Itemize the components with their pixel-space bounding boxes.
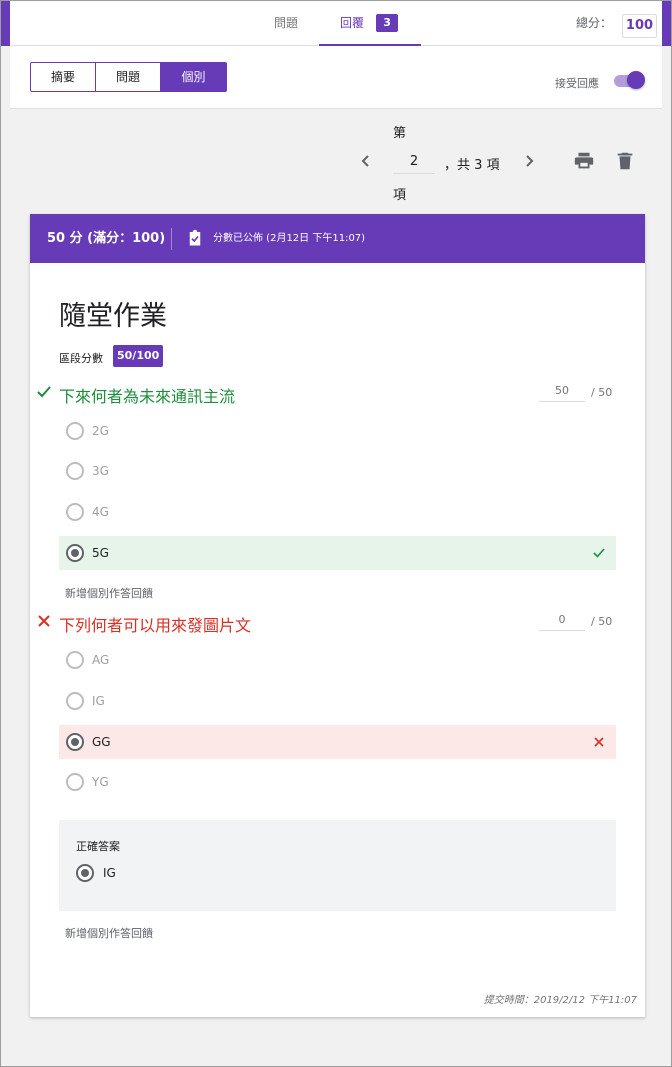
- response-card: 50 分 (滿分：100) 分數已公佈 (2月12日 下午11:07) 隨堂作業…: [30, 214, 645, 1017]
- header-accent-right: [662, 0, 672, 46]
- tab-questions[interactable]: 問題: [274, 0, 298, 46]
- radio-button-selected[interactable]: [66, 733, 84, 751]
- close-icon: [38, 615, 50, 627]
- question-1-option[interactable]: 4G: [59, 495, 616, 529]
- close-icon: [594, 737, 604, 747]
- question-1-option[interactable]: 2G: [59, 414, 616, 448]
- check-icon: [593, 548, 605, 558]
- question-1-title: 下來何者為未來通訊主流: [59, 387, 236, 406]
- response-view-bar: 摘要 問題 個別 接受回應: [10, 46, 662, 109]
- radio-button[interactable]: [66, 773, 84, 791]
- tab-responses-label: 回覆: [340, 16, 365, 30]
- question-1-option-selected[interactable]: 5G: [59, 536, 616, 570]
- question-2-score-input[interactable]: 0: [539, 611, 585, 631]
- total-points-value: 100: [622, 14, 657, 38]
- radio-button[interactable]: [66, 692, 84, 710]
- option-label: GG: [92, 735, 111, 749]
- radio-button[interactable]: [66, 651, 84, 669]
- trash-icon[interactable]: [614, 150, 636, 172]
- question-1-score-input[interactable]: 50: [539, 382, 585, 402]
- response-score: 50 分 (滿分：100): [47, 231, 166, 246]
- option-label: 2G: [92, 424, 109, 438]
- total-points-label: 總分：: [576, 16, 613, 30]
- radio-button[interactable]: [66, 462, 84, 480]
- segment-individual[interactable]: 個別: [160, 62, 227, 92]
- radio-button-selected: [76, 864, 94, 882]
- section-score-label: 區段分數: [59, 352, 103, 365]
- pager-total: ，共 3 項: [444, 158, 500, 173]
- correct-answer-box: 正確答案 IG: [59, 820, 616, 911]
- header-accent-left: [0, 0, 10, 46]
- segment-summary[interactable]: 摘要: [30, 62, 96, 92]
- accept-responses-toggle[interactable]: [614, 71, 645, 91]
- segment-question[interactable]: 問題: [95, 62, 161, 92]
- option-label: 3G: [92, 464, 109, 478]
- add-feedback-link[interactable]: 新增個別作答回饋: [65, 925, 153, 941]
- option-label: AG: [92, 653, 110, 667]
- option-label: IG: [92, 694, 105, 708]
- question-2-option[interactable]: YG: [59, 765, 616, 799]
- header-divider: [171, 228, 172, 250]
- clipboard-check-icon: [189, 229, 201, 246]
- radio-button[interactable]: [66, 422, 84, 440]
- score-published-status: 分數已公佈 (2月12日 下午11:07): [213, 233, 366, 244]
- question-2-option[interactable]: AG: [59, 643, 616, 677]
- correct-answer-label: IG: [103, 866, 116, 880]
- accept-responses-label: 接受回應: [555, 77, 599, 90]
- pager-prefix: 第: [393, 126, 407, 141]
- correct-answer-heading: 正確答案: [76, 840, 120, 853]
- chevron-left-icon[interactable]: [356, 150, 374, 172]
- question-2-max-score: / 50: [591, 615, 613, 628]
- print-icon[interactable]: [573, 150, 595, 172]
- radio-button-selected[interactable]: [66, 544, 84, 562]
- option-label: 5G: [92, 546, 109, 560]
- response-pager: 第 2 ，共 3 項 項: [10, 110, 662, 213]
- question-2-option-selected[interactable]: GG: [59, 725, 616, 759]
- add-feedback-link[interactable]: 新增個別作答回饋: [65, 585, 153, 601]
- radio-button[interactable]: [66, 503, 84, 521]
- tab-responses[interactable]: 回覆 3: [319, 0, 421, 46]
- question-1-option[interactable]: 3G: [59, 454, 616, 488]
- form-title: 隨堂作業: [59, 301, 167, 332]
- option-label: 4G: [92, 505, 109, 519]
- option-label: YG: [92, 775, 109, 789]
- toggle-knob: [627, 71, 645, 89]
- question-2-title: 下列何者可以用來發圖片文: [59, 616, 252, 635]
- pager-current-input[interactable]: 2: [393, 152, 435, 174]
- chevron-right-icon[interactable]: [521, 150, 539, 172]
- section-score-badge: 50/100: [113, 345, 164, 367]
- submission-timestamp: 提交時間：2019/2/12 下午11:07: [483, 995, 637, 1006]
- question-1-max-score: / 50: [591, 386, 613, 399]
- question-2-option[interactable]: IG: [59, 684, 616, 718]
- responses-count-badge: 3: [376, 14, 399, 32]
- check-icon: [37, 386, 51, 398]
- card-score-header: 50 分 (滿分：100) 分數已公佈 (2月12日 下午11:07): [30, 214, 645, 263]
- top-header: 問題 回覆 3 總分： 100: [10, 0, 662, 46]
- pager-suffix: 項: [393, 188, 407, 203]
